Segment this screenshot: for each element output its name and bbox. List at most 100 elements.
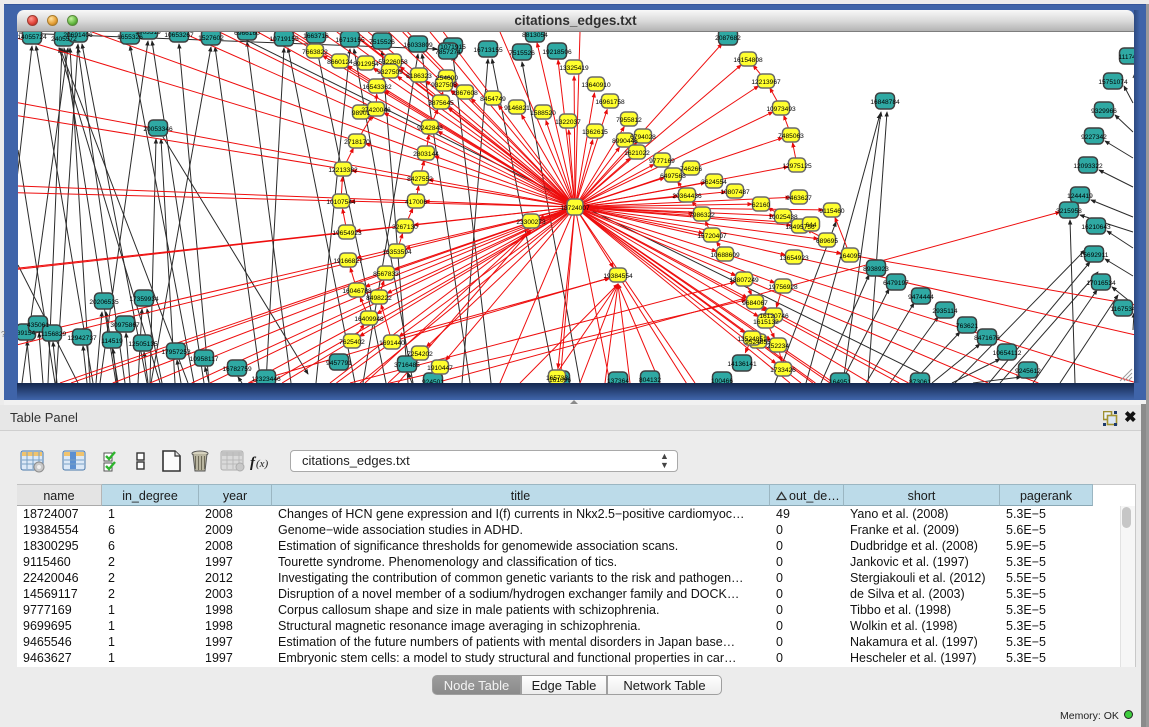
svg-text:16154808: 16154808 — [733, 57, 763, 64]
svg-text:16782759: 16782759 — [222, 366, 252, 373]
svg-text:6497568: 6497568 — [660, 173, 686, 180]
svg-text:7515526: 7515526 — [369, 39, 395, 46]
svg-text:15720407: 15720407 — [697, 233, 727, 240]
svg-text:8471676: 8471676 — [974, 335, 1000, 342]
svg-text:13524851: 13524851 — [737, 336, 767, 343]
svg-text:1244419: 1244419 — [1067, 193, 1093, 200]
svg-text:12323446: 12323446 — [251, 376, 281, 383]
svg-text:9474444: 9474444 — [908, 294, 934, 301]
svg-text:763621: 763621 — [956, 323, 978, 330]
svg-text:8186323: 8186323 — [406, 73, 432, 80]
svg-text:13325419: 13325419 — [559, 65, 589, 72]
svg-text:18724007: 18724007 — [560, 205, 590, 212]
svg-text:62160: 62160 — [752, 202, 771, 209]
svg-text:8912954: 8912954 — [353, 61, 379, 68]
svg-text:10653267: 10653267 — [164, 32, 194, 39]
svg-text:8938923: 8938923 — [863, 266, 889, 273]
svg-text:8498222: 8498222 — [366, 295, 392, 302]
svg-text:2803144: 2803144 — [413, 151, 439, 158]
svg-text:15692911: 15692911 — [1080, 252, 1109, 259]
svg-text:19756928: 19756928 — [768, 284, 798, 291]
svg-text:435061: 435061 — [27, 322, 49, 329]
svg-text:9327508: 9327508 — [431, 82, 457, 89]
svg-text:3267130: 3267130 — [392, 224, 418, 231]
svg-text:16961758: 16961758 — [595, 99, 625, 106]
svg-text:1362615: 1362615 — [582, 129, 608, 136]
svg-text:16210643: 16210643 — [1081, 224, 1111, 231]
svg-text:8813054: 8813054 — [522, 32, 548, 39]
svg-text:9777169: 9777169 — [649, 158, 675, 165]
svg-text:1733426: 1733426 — [770, 367, 796, 374]
svg-text:9457791: 9457791 — [326, 360, 352, 367]
svg-text:53226058: 53226058 — [378, 59, 408, 66]
svg-text:9329966: 9329966 — [1091, 108, 1117, 115]
svg-text:9146821: 9146821 — [504, 105, 530, 112]
svg-text:7485063: 7485063 — [778, 133, 804, 140]
svg-text:1910447: 1910447 — [427, 365, 453, 372]
svg-text:1588520: 1588520 — [530, 110, 556, 117]
svg-text:9242848: 9242848 — [417, 125, 443, 132]
svg-text:10107544: 10107544 — [326, 199, 356, 206]
svg-text:17016534: 17016534 — [1086, 280, 1116, 287]
svg-text:13640910: 13640910 — [581, 82, 611, 89]
svg-text:30975867: 30975867 — [110, 322, 140, 329]
svg-text:8660124: 8660124 — [327, 59, 353, 66]
svg-text:12213967: 12213967 — [751, 79, 781, 86]
svg-text:19166827: 19166827 — [333, 258, 363, 265]
svg-text:16353594: 16353594 — [382, 249, 412, 256]
svg-text:3624554: 3624554 — [701, 179, 727, 186]
svg-text:11156829: 11156829 — [38, 331, 67, 338]
svg-text:17359934: 17359934 — [129, 296, 159, 303]
svg-text:(x): (x) — [256, 458, 269, 470]
svg-text:164095: 164095 — [839, 253, 861, 260]
svg-text:252234: 252234 — [767, 343, 789, 350]
svg-text:12213382: 12213382 — [328, 167, 358, 174]
svg-text:9684067: 9684067 — [742, 300, 768, 307]
svg-text:10973493: 10973493 — [766, 106, 796, 113]
svg-text:417006: 417006 — [405, 199, 427, 206]
svg-text:10654112: 10654112 — [993, 350, 1022, 357]
svg-text:1615132: 1615132 — [753, 319, 779, 326]
svg-text:13654923: 13654923 — [779, 255, 809, 262]
svg-text:2935114: 2935114 — [932, 308, 958, 315]
svg-text:6479197: 6479197 — [883, 280, 909, 287]
svg-text:20691406: 20691406 — [63, 32, 93, 39]
svg-text:9245612: 9245612 — [1015, 368, 1041, 375]
svg-text:23300273: 23300273 — [516, 219, 546, 226]
svg-text:1527602: 1527602 — [198, 35, 224, 42]
svg-text:3716485: 3716485 — [394, 362, 420, 369]
svg-text:114519: 114519 — [101, 338, 123, 345]
svg-text:1903319: 1903319 — [135, 32, 161, 36]
svg-text:12093322: 12093322 — [1073, 163, 1103, 170]
svg-text:16543362: 16543362 — [362, 84, 392, 91]
svg-text:16033809: 16033809 — [403, 42, 433, 49]
svg-text:1167534: 1167534 — [1110, 306, 1134, 313]
svg-text:15751074: 15751074 — [1098, 79, 1128, 86]
svg-text:8427552: 8427552 — [407, 176, 433, 183]
svg-text:20206535: 20206535 — [89, 299, 119, 306]
svg-text:10807487: 10807487 — [720, 189, 750, 196]
svg-text:254600: 254600 — [436, 75, 458, 82]
svg-text:12505135: 12505135 — [128, 341, 158, 348]
svg-text:10688609: 10688609 — [710, 252, 740, 259]
svg-text:8567833: 8567833 — [373, 271, 399, 278]
svg-text:19654923: 19654923 — [332, 230, 362, 237]
svg-text:1663716: 1663716 — [303, 33, 329, 40]
svg-text:746266: 746266 — [680, 166, 702, 173]
svg-text:20053346: 20053346 — [143, 126, 173, 133]
svg-text:9463627: 9463627 — [786, 195, 812, 202]
svg-text:16848784: 16848784 — [870, 99, 900, 106]
svg-text:7857274: 7857274 — [435, 49, 461, 56]
svg-text:9227342: 9227342 — [1081, 134, 1107, 141]
svg-text:18807249: 18807249 — [729, 277, 759, 284]
svg-text:7955812: 7955812 — [616, 117, 642, 124]
svg-text:3215958: 3215958 — [1056, 208, 1082, 215]
svg-text:10958117: 10958117 — [190, 356, 219, 363]
svg-text:644: 644 — [805, 222, 816, 229]
svg-text:12942737: 12942737 — [67, 335, 97, 342]
svg-text:1322037: 1322037 — [555, 119, 581, 126]
svg-text:14055724: 14055724 — [18, 34, 47, 41]
svg-text:7254202: 7254202 — [407, 351, 433, 358]
svg-text:17957253: 17957253 — [161, 349, 191, 356]
svg-text:165733: 165733 — [546, 375, 568, 382]
